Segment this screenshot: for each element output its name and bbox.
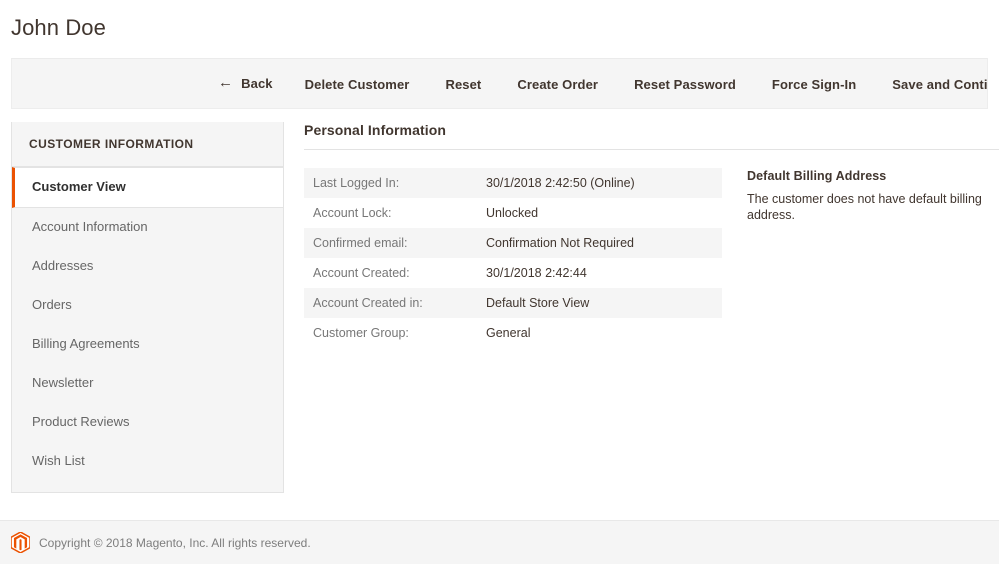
copyright-text: Copyright © 2018 Magento, Inc. All right… — [39, 535, 311, 550]
sidebar-title: CUSTOMER INFORMATION — [12, 122, 283, 167]
page-title: John Doe — [11, 15, 106, 40]
table-row: Customer Group: General — [304, 318, 722, 348]
table-row: Confirmed email: Confirmation Not Requir… — [304, 228, 722, 258]
sidebar-item-billing-agreements[interactable]: Billing Agreements — [12, 325, 283, 364]
default-billing-address-title: Default Billing Address — [747, 169, 887, 183]
customer-information-sidebar: CUSTOMER INFORMATION Customer View Accou… — [11, 122, 284, 493]
row-value: General — [486, 326, 531, 340]
row-label: Account Created: — [313, 266, 410, 280]
table-row: Account Lock: Unlocked — [304, 198, 722, 228]
page-footer: Copyright © 2018 Magento, Inc. All right… — [0, 520, 999, 564]
row-value: 30/1/2018 2:42:50 (Online) — [486, 176, 635, 190]
default-billing-address-block: Default Billing Address The customer doe… — [722, 168, 999, 223]
sidebar-item-wish-list[interactable]: Wish List — [12, 442, 283, 481]
magento-logo-icon — [11, 532, 30, 553]
table-row: Last Logged In: 30/1/2018 2:42:50 (Onlin… — [304, 168, 722, 198]
sidebar-item-account-information[interactable]: Account Information — [12, 208, 283, 247]
reset-button[interactable]: Reset — [427, 59, 499, 108]
section-title-personal-information: Personal Information — [304, 122, 999, 150]
back-button[interactable]: ← Back — [204, 59, 287, 108]
info-columns: Last Logged In: 30/1/2018 2:42:50 (Onlin… — [304, 150, 999, 348]
row-value: Unlocked — [486, 206, 539, 220]
row-label: Account Lock: — [313, 206, 392, 220]
sidebar-nav: Customer View Account Information Addres… — [12, 167, 283, 481]
row-label: Account Created in: — [313, 296, 423, 310]
delete-customer-button[interactable]: Delete Customer — [287, 59, 428, 108]
default-billing-address-text: The customer does not have default billi… — [747, 192, 982, 222]
row-value: 30/1/2018 2:42:44 — [486, 266, 587, 280]
sidebar-item-product-reviews[interactable]: Product Reviews — [12, 403, 283, 442]
row-label: Customer Group: — [313, 326, 409, 340]
page-main: CUSTOMER INFORMATION Customer View Accou… — [0, 109, 999, 493]
page-actions-toolbar: ← Back Delete Customer Reset Create Orde… — [11, 58, 988, 109]
row-label: Confirmed email: — [313, 236, 408, 250]
page-header: John Doe — [0, 0, 999, 52]
sidebar-item-addresses[interactable]: Addresses — [12, 247, 283, 286]
force-sign-in-button[interactable]: Force Sign-In — [754, 59, 874, 108]
row-value: Default Store View — [486, 296, 590, 310]
row-label: Last Logged In: — [313, 176, 400, 190]
row-value: Confirmation Not Required — [486, 236, 634, 250]
sidebar-item-customer-view[interactable]: Customer View — [12, 167, 283, 208]
arrow-left-icon: ← — [218, 74, 234, 91]
create-order-button[interactable]: Create Order — [499, 59, 616, 108]
reset-password-button[interactable]: Reset Password — [616, 59, 754, 108]
customer-view-content: Personal Information Last Logged In: 30/… — [284, 122, 999, 348]
save-and-continue-button[interactable]: Save and Continue — [874, 59, 987, 108]
table-row: Account Created in: Default Store View — [304, 288, 722, 318]
sidebar-item-newsletter[interactable]: Newsletter — [12, 364, 283, 403]
personal-information-table: Last Logged In: 30/1/2018 2:42:50 (Onlin… — [304, 168, 722, 348]
table-row: Account Created: 30/1/2018 2:42:44 — [304, 258, 722, 288]
back-button-label: Back — [241, 76, 273, 91]
sidebar-item-orders[interactable]: Orders — [12, 286, 283, 325]
